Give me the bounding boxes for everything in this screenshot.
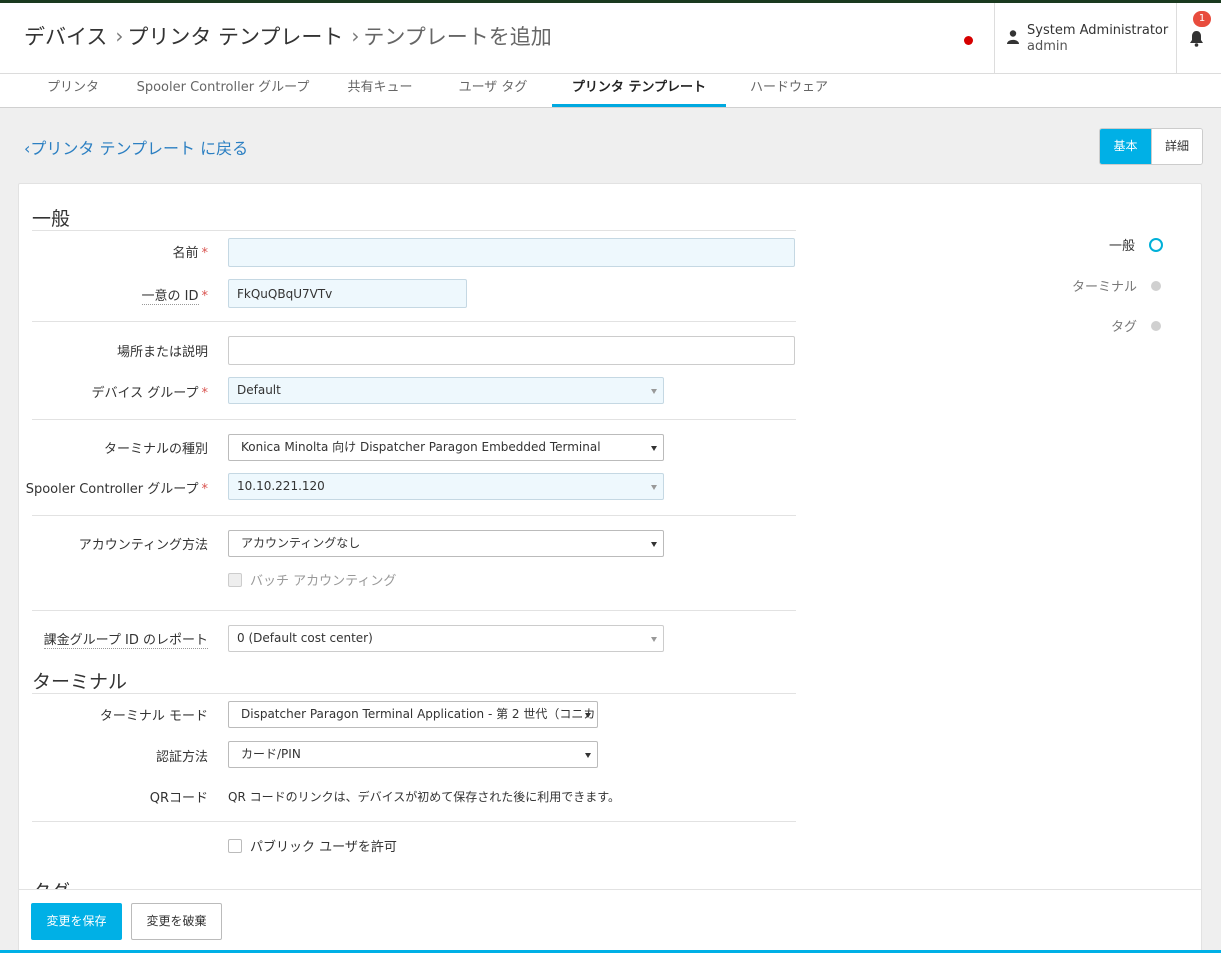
breadcrumb-separator: › bbox=[115, 24, 124, 48]
unique-id-input[interactable] bbox=[228, 279, 467, 308]
save-button[interactable]: 変更を保存 bbox=[31, 903, 122, 940]
view-toggle: 基本 詳細 bbox=[1099, 128, 1203, 165]
location-input[interactable] bbox=[228, 336, 795, 365]
location-label: 場所または説明 bbox=[116, 345, 208, 360]
divider bbox=[32, 821, 796, 822]
name-label: 名前 * bbox=[172, 246, 208, 261]
terminal-mode-select[interactable]: Dispatcher Paragon Terminal Application … bbox=[228, 701, 598, 728]
back-link-label: プリンタ テンプレート に戻る bbox=[30, 139, 249, 158]
accounting-method-select[interactable]: アカウンティングなし bbox=[228, 530, 664, 557]
breadcrumb-separator: › bbox=[351, 24, 360, 48]
divider bbox=[32, 693, 796, 694]
detail-view-button[interactable]: 詳細 bbox=[1151, 129, 1202, 164]
form-panel: 一般 名前* 一意の ID* 場所または説明 デバイス グループ* Defaul… bbox=[18, 183, 1202, 953]
unique-id-label: 一意の ID * bbox=[141, 289, 208, 305]
accounting-method-label: アカウンティング方法 bbox=[78, 538, 208, 553]
basic-view-button[interactable]: 基本 bbox=[1100, 129, 1151, 164]
breadcrumb-printer-templates[interactable]: プリンタ テンプレート bbox=[127, 21, 343, 51]
tab-printer-templates[interactable]: プリンタ テンプレート bbox=[552, 74, 726, 107]
tab-hardware[interactable]: ハードウェア bbox=[742, 74, 836, 107]
dot-icon bbox=[1151, 320, 1161, 331]
tab-bar: プリンタ Spooler Controller グループ 共有キュー ユーザ タ… bbox=[0, 74, 1221, 108]
auth-method-select[interactable]: カード/PIN bbox=[228, 741, 598, 768]
divider bbox=[32, 610, 796, 611]
divider bbox=[32, 419, 796, 420]
breadcrumb-add-template: テンプレートを追加 bbox=[363, 25, 552, 49]
tab-shared-queues[interactable]: 共有キュー bbox=[334, 74, 426, 107]
device-group-label: デバイス グループ * bbox=[91, 386, 208, 401]
caret-down-icon bbox=[585, 753, 591, 758]
side-nav-terminal[interactable]: ターミナル bbox=[1072, 276, 1161, 295]
cost-center-select[interactable]: 0 (Default cost center) bbox=[228, 625, 664, 652]
batch-accounting-label: バッチ アカウンティング bbox=[250, 574, 397, 589]
discard-button[interactable]: 変更を破棄 bbox=[131, 903, 222, 940]
device-group-select[interactable]: Default bbox=[228, 377, 664, 404]
tab-user-tags[interactable]: ユーザ タグ bbox=[446, 74, 540, 107]
public-user-row: パブリック ユーザを許可 bbox=[228, 836, 397, 855]
divider bbox=[32, 230, 796, 231]
public-user-label: パブリック ユーザを許可 bbox=[250, 840, 397, 855]
terminal-type-label: ターミナルの種別 bbox=[103, 442, 208, 457]
back-link[interactable]: ‹プリンタ テンプレート に戻る bbox=[24, 135, 248, 159]
name-input[interactable] bbox=[228, 238, 795, 267]
public-user-checkbox[interactable] bbox=[228, 838, 242, 853]
side-nav-tags[interactable]: タグ bbox=[1111, 316, 1161, 335]
side-nav-general[interactable]: 一般 bbox=[1109, 235, 1163, 254]
active-dot-icon bbox=[1149, 237, 1163, 252]
user-name: System Administrator bbox=[1027, 23, 1169, 38]
top-header: デバイス › プリンタ テンプレート › テンプレートを追加 System Ad… bbox=[0, 0, 1221, 74]
form-footer: 変更を保存 変更を破棄 bbox=[19, 889, 1201, 952]
divider bbox=[32, 321, 796, 322]
qr-code-label: QRコード bbox=[149, 791, 208, 806]
caret-down-icon bbox=[651, 389, 657, 394]
user-menu[interactable]: System Administrator admin bbox=[994, 3, 1177, 74]
tab-spooler-groups[interactable]: Spooler Controller グループ bbox=[132, 74, 314, 107]
batch-accounting-checkbox[interactable] bbox=[228, 572, 242, 587]
section-title-general: 一般 bbox=[32, 208, 71, 230]
spooler-group-select[interactable]: 10.10.221.120 bbox=[228, 473, 664, 500]
caret-down-icon bbox=[651, 485, 657, 490]
user-login: admin bbox=[1027, 39, 1068, 54]
spooler-group-label: Spooler Controller グループ * bbox=[25, 482, 208, 497]
cost-center-label: 課金グループ ID のレポート bbox=[43, 633, 208, 649]
breadcrumb: デバイス › プリンタ テンプレート › テンプレートを追加 bbox=[24, 21, 552, 51]
status-dot bbox=[964, 36, 973, 45]
breadcrumb-devices[interactable]: デバイス bbox=[24, 21, 107, 51]
qr-code-note: QR コードのリンクは、デバイスが初めて保存された後に利用できます。 bbox=[228, 790, 621, 804]
notification-badge: 1 bbox=[1193, 11, 1211, 27]
caret-down-icon bbox=[651, 637, 657, 642]
notifications-button[interactable]: 1 bbox=[1177, 3, 1221, 74]
caret-down-icon bbox=[585, 713, 591, 718]
caret-down-icon bbox=[651, 446, 657, 451]
caret-down-icon bbox=[651, 542, 657, 547]
user-icon bbox=[1007, 30, 1019, 44]
batch-accounting-row: バッチ アカウンティング bbox=[228, 570, 396, 589]
tab-printers[interactable]: プリンタ bbox=[30, 74, 116, 107]
auth-method-label: 認証方法 bbox=[155, 750, 208, 765]
terminal-type-select[interactable]: Konica Minolta 向け Dispatcher Paragon Emb… bbox=[228, 434, 664, 461]
divider bbox=[32, 515, 796, 516]
section-title-terminal: ターミナル bbox=[32, 671, 128, 693]
bell-icon bbox=[1190, 31, 1203, 47]
terminal-mode-label: ターミナル モード bbox=[99, 709, 208, 724]
dot-icon bbox=[1151, 280, 1161, 291]
